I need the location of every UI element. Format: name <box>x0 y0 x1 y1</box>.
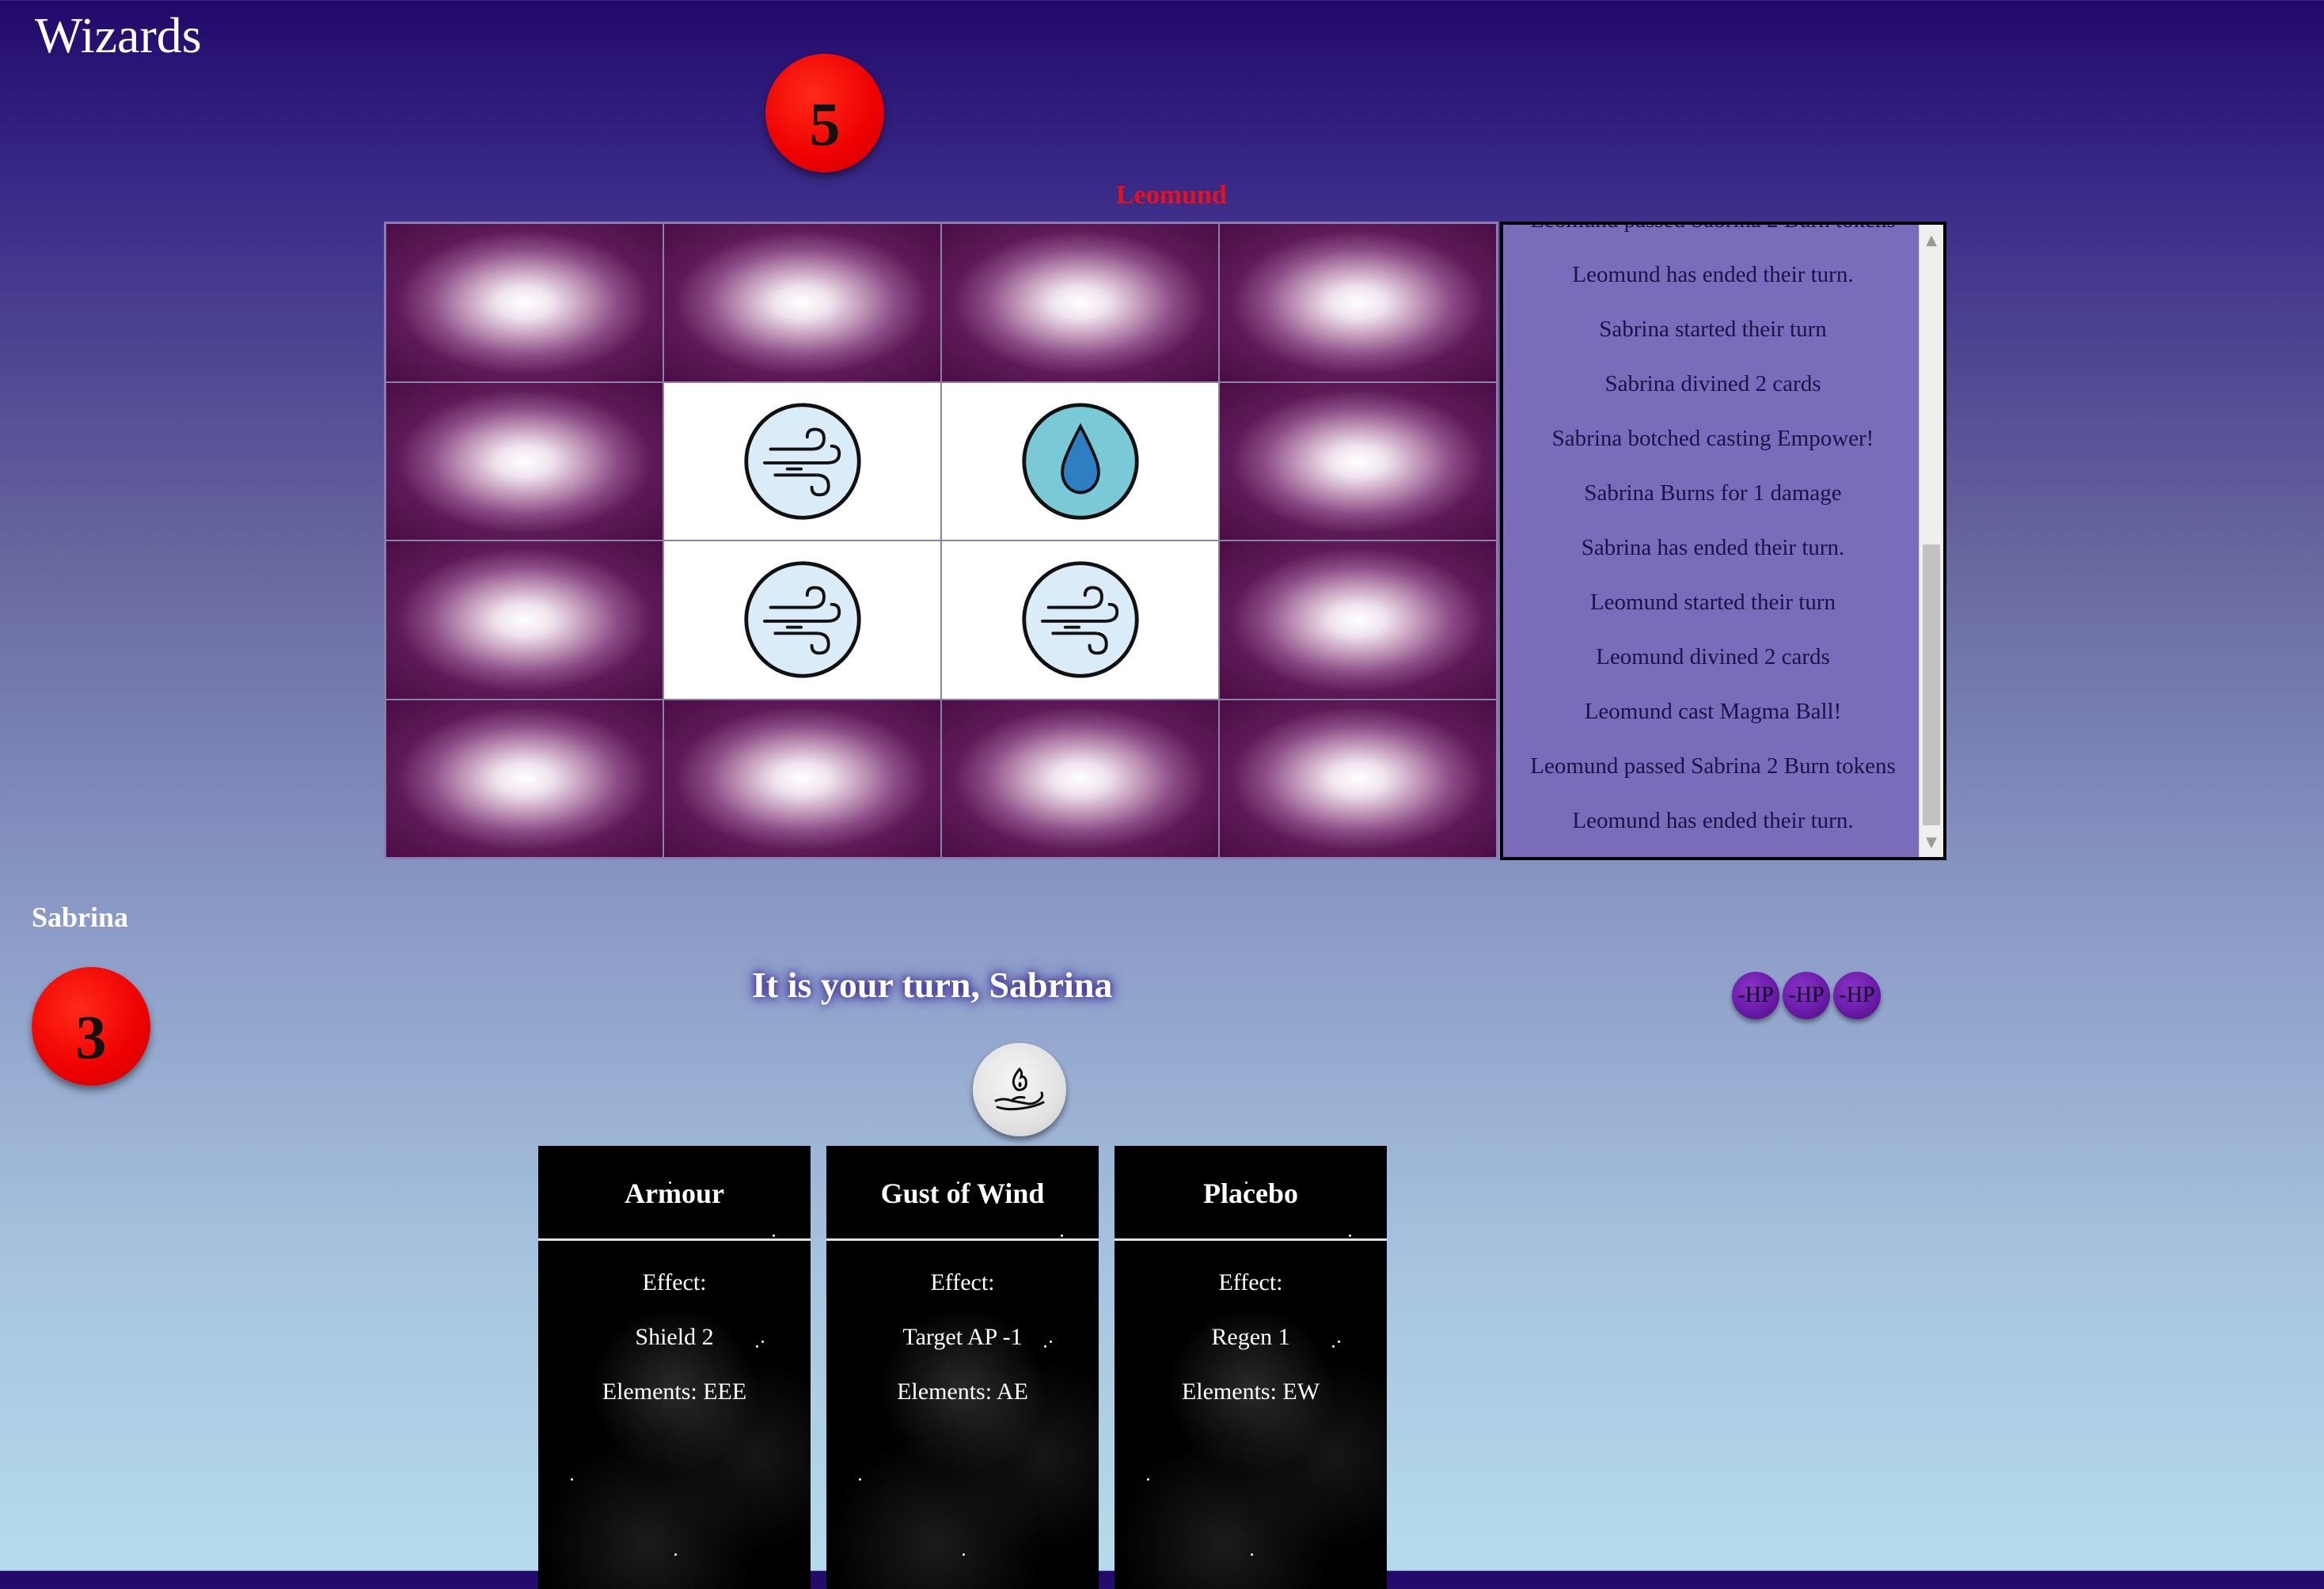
opponent-action-points-value: 5 <box>809 89 841 158</box>
card-star-decoration <box>1251 1553 1253 1557</box>
card-star-decoration <box>1348 1234 1351 1237</box>
wizard-hat-icon <box>1295 406 1422 517</box>
board-cell[interactable] <box>1219 381 1497 540</box>
wizard-hat-icon <box>739 247 866 358</box>
turn-banner: It is your turn, Sabrina <box>752 965 1113 1005</box>
wizard-hat-icon <box>1295 247 1422 358</box>
board-cell[interactable] <box>941 223 1219 382</box>
board-cell[interactable] <box>663 381 941 540</box>
board-cell[interactable] <box>1219 540 1497 700</box>
scroll-down-arrow-icon[interactable]: ▼ <box>1920 830 1943 854</box>
opponent-name: Leomund <box>1116 180 1227 210</box>
card-effect: Target AP -1 <box>902 1324 1023 1350</box>
cast-hand-fire-icon <box>994 1067 1045 1111</box>
card-star-decoration <box>772 1234 775 1237</box>
spell-card[interactable]: Armour Effect: Shield 2 Elements: EEE <box>538 1146 811 1589</box>
card-elements: Elements: EW <box>1181 1379 1320 1405</box>
log-entry: Leomund divined 2 cards <box>1596 644 1830 669</box>
log-entry: Sabrina started their turn <box>1599 317 1827 342</box>
board-cell[interactable] <box>941 381 1219 540</box>
card-body: Effect: Target AP -1 Elements: AE <box>826 1241 1099 1419</box>
cast-spell-button[interactable] <box>973 1043 1066 1136</box>
wizard-hat-icon <box>1295 723 1422 834</box>
wind-icon <box>1020 559 1141 681</box>
app-title: Wizards <box>35 7 202 63</box>
player-action-points-value: 3 <box>75 1003 107 1071</box>
card-star-decoration <box>571 1478 574 1481</box>
wind-icon <box>742 400 864 522</box>
board-cell[interactable] <box>941 540 1219 700</box>
card-effect: Shield 2 <box>635 1324 714 1350</box>
player-hand: Armour Effect: Shield 2 Elements: EEE Gust o… <box>538 1146 1387 1589</box>
board-cell[interactable] <box>663 699 941 858</box>
wizard-hat-icon <box>739 723 866 834</box>
board-cell[interactable] <box>1219 223 1497 382</box>
card-star-decoration <box>1060 1234 1063 1237</box>
wind-icon <box>742 559 864 681</box>
log-entry: Sabrina divined 2 cards <box>1604 371 1821 396</box>
card-title: Placebo <box>1115 1146 1387 1241</box>
hp-token[interactable]: -HP <box>1783 972 1830 1019</box>
hp-token[interactable]: -HP <box>1833 972 1881 1019</box>
card-title: Gust of Wind <box>826 1146 1099 1241</box>
log-entry: Leomund cast Magma Ball! <box>1584 699 1842 724</box>
player-action-points-token: 3 <box>32 967 150 1086</box>
board-cell[interactable] <box>663 540 941 700</box>
wizard-hat-icon <box>1295 564 1422 675</box>
hp-token-tray: -HP -HP -HP <box>1732 972 1881 1019</box>
board-cell[interactable] <box>385 223 663 382</box>
log-entry: Leomund started their turn <box>1589 590 1836 615</box>
card-effect-label: Effect: <box>930 1269 995 1295</box>
card-star-decoration <box>1245 1181 1248 1184</box>
wizard-hat-icon <box>461 723 588 834</box>
scroll-up-arrow-icon[interactable]: ▲ <box>1920 228 1943 252</box>
board-cell[interactable] <box>663 223 941 382</box>
log-entry: Leomund passed Sabrina 2 Burn tokens <box>1503 225 1923 248</box>
card-star-decoration <box>669 1181 672 1184</box>
board-cell[interactable] <box>941 699 1219 858</box>
card-effect: Regen 1 <box>1211 1324 1290 1350</box>
card-effect-label: Effect: <box>642 1269 707 1295</box>
spell-card[interactable]: Placebo Effect: Regen 1 Elements: EW <box>1115 1146 1387 1589</box>
wizard-hat-icon <box>461 564 588 675</box>
hp-token[interactable]: -HP <box>1732 972 1779 1019</box>
player-name: Sabrina <box>32 901 129 933</box>
game-board <box>384 222 1498 859</box>
log-entry: Leomund passed Sabrina 2 Burn tokens <box>1530 753 1896 779</box>
card-elements: Elements: EEE <box>602 1379 747 1405</box>
card-effect-label: Effect: <box>1218 1269 1283 1295</box>
log-entry: Sabrina botched casting Empower! <box>1551 426 1874 451</box>
log-scroll-thumb[interactable] <box>1923 544 1940 825</box>
game-log-list: Leomund passed Sabrina 2 Burn tokens Leom… <box>1503 225 1923 848</box>
board-cell[interactable] <box>385 381 663 540</box>
card-star-decoration <box>963 1553 965 1557</box>
card-star-decoration <box>957 1181 960 1184</box>
game-log-panel[interactable]: Leomund passed Sabrina 2 Burn tokens Leom… <box>1500 222 1946 860</box>
card-body: Effect: Shield 2 Elements: EEE <box>538 1241 811 1419</box>
wizard-hat-icon <box>461 247 588 358</box>
board-cell[interactable] <box>385 540 663 700</box>
card-title: Armour <box>538 1146 811 1241</box>
board-cell[interactable] <box>1219 699 1497 858</box>
card-star-decoration <box>1147 1478 1150 1481</box>
wizard-hat-icon <box>1017 723 1144 834</box>
card-star-decoration <box>674 1553 677 1557</box>
wizard-hat-icon <box>1017 247 1144 358</box>
card-body: Effect: Regen 1 Elements: EW <box>1115 1241 1387 1419</box>
spell-card[interactable]: Gust of Wind Effect: Target AP -1 Elements:… <box>826 1146 1099 1589</box>
log-entry: Leomund has ended their turn. <box>1572 808 1854 833</box>
log-scrollbar[interactable]: ▲ ▼ <box>1919 225 1943 857</box>
water-drop-icon <box>1020 400 1141 522</box>
log-entry: Sabrina has ended their turn. <box>1581 535 1845 560</box>
wizard-hat-icon <box>461 406 588 517</box>
log-entry: Leomund has ended their turn. <box>1572 262 1854 287</box>
opponent-action-points-token: 5 <box>765 54 884 173</box>
log-entry: Sabrina Burns for 1 damage <box>1584 480 1842 506</box>
card-star-decoration <box>859 1478 862 1481</box>
card-elements: Elements: AE <box>897 1379 1028 1405</box>
board-cell[interactable] <box>385 699 663 858</box>
